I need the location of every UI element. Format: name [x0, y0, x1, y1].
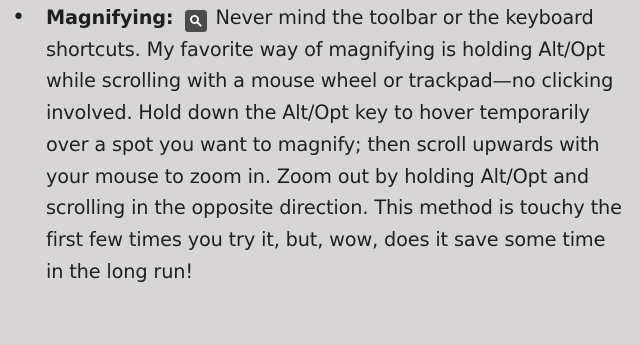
bullet-list-item: • Magnifying: Never mind the toolbar or …	[12, 2, 626, 287]
item-description: Never mind the toolbar or the keyboard s…	[46, 6, 622, 283]
document-page: • Magnifying: Never mind the toolbar or …	[0, 0, 640, 345]
bullet-marker: •	[12, 5, 25, 30]
bullet-content: Magnifying: Never mind the toolbar or th…	[46, 2, 626, 287]
term-label: Magnifying:	[46, 6, 174, 29]
magnifier-icon	[185, 10, 208, 32]
